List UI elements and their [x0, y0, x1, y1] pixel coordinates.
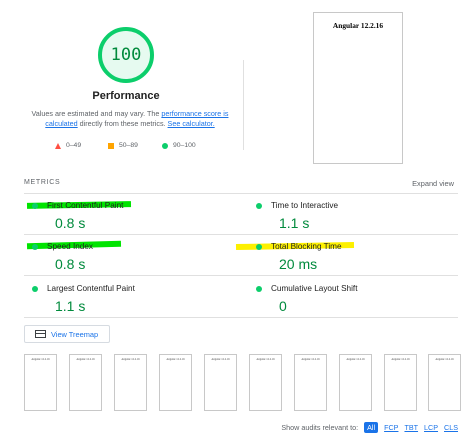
audit-filter: Show audits relevant to: All FCP TBT LCP…: [281, 422, 458, 433]
final-screenshot[interactable]: Angular 12.2.16: [313, 12, 403, 164]
pass-circle-icon: [256, 202, 262, 209]
metric-label: Time to Interactive: [271, 201, 339, 210]
frame-title: Angular 12.2.16: [435, 358, 454, 361]
frame-title: Angular 12.2.16: [166, 358, 185, 361]
expand-view-toggle[interactable]: Expand view: [412, 179, 454, 188]
treemap-icon: [35, 330, 46, 338]
metrics-heading: METRICS: [24, 179, 61, 186]
performance-score-gauge: 100: [98, 27, 154, 83]
frame-title: Angular 12.2.16: [391, 358, 410, 361]
metric-time-to-interactive: Time to Interactive 1.1 s: [256, 201, 446, 231]
frame-title: Angular 12.2.16: [211, 358, 230, 361]
performance-title: Performance: [92, 90, 160, 102]
metrics-divider-bottom: [24, 317, 458, 318]
square-icon: [108, 142, 114, 149]
description-text-middle: directly from these metrics.: [77, 119, 168, 128]
pass-circle-icon: [32, 202, 38, 209]
view-treemap-label: View Treemap: [51, 329, 99, 339]
metric-value: 1.1 s: [55, 298, 86, 314]
metric-first-contentful-paint: First Contentful Paint 0.8 s: [32, 201, 222, 231]
filmstrip-frame[interactable]: Angular 12.2.16: [384, 354, 417, 411]
legend-average: 50–89: [108, 142, 138, 149]
filmstrip-frame[interactable]: Angular 12.2.16: [294, 354, 327, 411]
legend-pass: 90–100: [162, 142, 196, 149]
filmstrip-frame[interactable]: Angular 12.2.16: [204, 354, 237, 411]
filter-chip-lcp[interactable]: LCP: [424, 423, 438, 432]
filmstrip-frame[interactable]: Angular 12.2.16: [69, 354, 102, 411]
description-text: Values are estimated and may vary. The: [31, 109, 162, 118]
filmstrip: Angular 12.2.16 Angular 12.2.16 Angular …: [24, 354, 461, 412]
frame-title: Angular 12.2.16: [301, 358, 320, 361]
pass-circle-icon: [32, 243, 38, 250]
see-calculator-link[interactable]: See calculator.: [168, 119, 215, 128]
pass-circle-icon: [256, 243, 262, 250]
legend-fail-label: 0–49: [66, 142, 82, 149]
metric-value: 0: [279, 298, 287, 314]
metric-cumulative-layout-shift: Cumulative Layout Shift 0: [256, 284, 446, 314]
frame-title: Angular 12.2.16: [31, 358, 50, 361]
circle-icon: [162, 142, 168, 149]
metric-total-blocking-time: Total Blocking Time 20 ms: [256, 242, 446, 272]
legend-pass-label: 90–100: [173, 142, 196, 149]
metric-value: 0.8 s: [55, 256, 86, 272]
metric-value: 20 ms: [279, 256, 318, 272]
metric-speed-index: Speed Index 0.8 s: [32, 242, 222, 272]
final-screenshot-title: Angular 12.2.16: [332, 21, 384, 30]
summary-divider: [243, 60, 244, 150]
filter-chip-cls[interactable]: CLS: [444, 423, 458, 432]
filmstrip-frame[interactable]: Angular 12.2.16: [159, 354, 192, 411]
pass-circle-icon: [32, 285, 38, 292]
metrics-divider-top: [24, 193, 458, 194]
pass-circle-icon: [256, 285, 262, 292]
metric-label: Cumulative Layout Shift: [271, 284, 358, 293]
metrics-divider-row1: [24, 234, 458, 235]
filter-chip-all[interactable]: All: [364, 422, 379, 433]
metric-largest-contentful-paint: Largest Contentful Paint 1.1 s: [32, 284, 222, 314]
metrics-divider-row2: [24, 275, 458, 276]
filmstrip-frame[interactable]: Angular 12.2.16: [339, 354, 372, 411]
metric-value: 0.8 s: [55, 215, 86, 231]
frame-title: Angular 12.2.16: [256, 358, 275, 361]
legend-fail: 0–49: [55, 142, 81, 149]
legend-average-label: 50–89: [119, 142, 138, 149]
filter-chip-tbt[interactable]: TBT: [404, 423, 418, 432]
metric-label: Largest Contentful Paint: [47, 284, 135, 293]
audit-filter-label: Show audits relevant to:: [281, 423, 359, 432]
filter-chip-fcp[interactable]: FCP: [384, 423, 398, 432]
view-treemap-button[interactable]: View Treemap: [24, 325, 110, 343]
filmstrip-frame[interactable]: Angular 12.2.16: [114, 354, 147, 411]
frame-title: Angular 12.2.16: [76, 358, 95, 361]
filmstrip-frame[interactable]: Angular 12.2.16: [24, 354, 57, 411]
metric-label: Speed Index: [47, 242, 93, 251]
frame-title: Angular 12.2.16: [121, 358, 140, 361]
metric-label: First Contentful Paint: [47, 201, 124, 210]
performance-score-value: 100: [110, 45, 142, 65]
metric-value: 1.1 s: [279, 215, 310, 231]
metric-label: Total Blocking Time: [271, 242, 342, 251]
filmstrip-frame[interactable]: Angular 12.2.16: [249, 354, 282, 411]
filmstrip-frame[interactable]: Angular 12.2.16: [428, 354, 461, 411]
frame-title: Angular 12.2.16: [346, 358, 365, 361]
triangle-icon: [55, 142, 61, 149]
performance-description: Values are estimated and may vary. The p…: [30, 109, 230, 129]
